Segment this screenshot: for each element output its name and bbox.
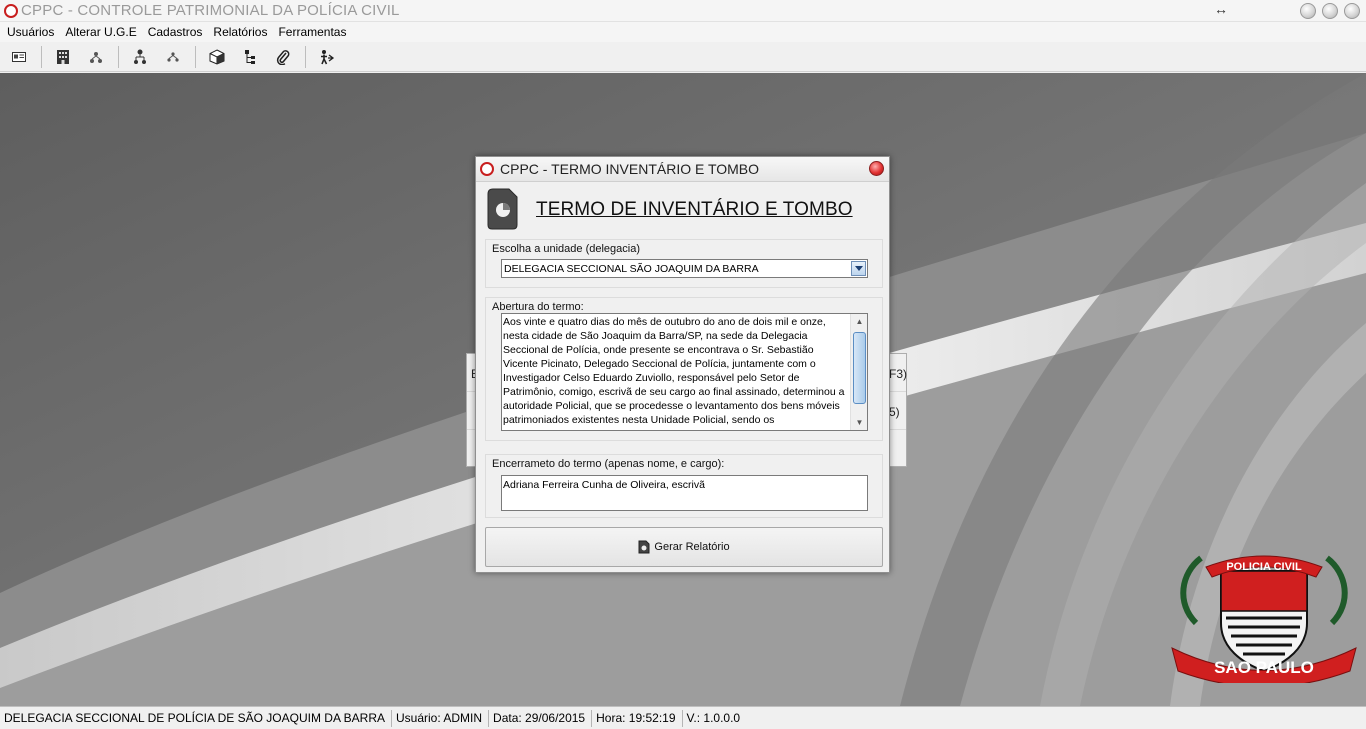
menu-bar: Usuários Alterar U.G.E Cadastros Relatór… [0,22,1366,42]
dialog-close-button[interactable] [869,161,884,176]
gerar-relatorio-label: Gerar Relatório [654,541,730,553]
status-unit: DELEGACIA SECCIONAL DE POLÍCIA DE SÃO JO… [0,709,392,727]
closing-input-value: Adriana Ferreira Cunha de Oliveira, escr… [503,479,705,491]
opening-text: Aos vinte e quatro dias do mês de outubr… [503,316,845,426]
closing-group-label: Encerrameto do termo (apenas nome, e car… [492,458,725,470]
building-icon[interactable] [50,45,76,69]
tree-icon[interactable] [237,45,263,69]
unit-group-label: Escolha a unidade (delegacia) [492,243,640,255]
dialog-heading: TERMO DE INVENTÁRIO E TOMBO [536,199,853,220]
menu-relatorios[interactable]: Relatórios [209,25,274,39]
status-bar: DELEGACIA SECCIONAL DE POLÍCIA DE SÃO JO… [0,706,1366,729]
toolbar-separator [118,45,119,68]
close-window-button[interactable] [1344,3,1360,19]
status-user: Usuário: ADMIN [392,709,490,727]
report-icon [638,540,650,554]
closing-group: Encerrameto do termo (apenas nome, e car… [485,454,883,518]
scroll-up-icon[interactable]: ▲ [852,314,867,329]
app-title: CPPC - CONTROLE PATRIMONIAL DA POLÍCIA C… [21,2,400,19]
menu-ferramentas[interactable]: Ferramentas [274,25,353,39]
menu-alterar-uge[interactable]: Alterar U.G.E [61,25,143,39]
scroll-thumb[interactable] [853,332,866,404]
menu-usuarios[interactable]: Usuários [3,25,61,39]
toolbar [0,42,1366,72]
chevron-down-icon[interactable] [851,261,866,276]
paperclip-icon[interactable] [270,45,296,69]
menu-cadastros[interactable]: Cadastros [144,25,210,39]
toolbar-separator [195,45,196,68]
document-report-icon [487,188,518,230]
emblem-top-text: POLICIA CIVIL [1226,561,1302,573]
maximize-button[interactable] [1322,3,1338,19]
closing-input[interactable]: Adriana Ferreira Cunha de Oliveira, escr… [501,475,868,511]
exit-user-icon[interactable] [314,45,340,69]
resize-arrows-icon: ↔ [1214,1,1228,17]
toolbar-separator [41,45,42,68]
opening-textarea[interactable]: Aos vinte e quatro dias do mês de outubr… [501,313,868,431]
scroll-down-icon[interactable]: ▼ [852,415,867,430]
emblem-bottom-text: SAO PAULO [1214,658,1314,677]
id-card-icon[interactable] [6,45,32,69]
dialog-title-bar: CPPC - TERMO INVENTÁRIO E TOMBO [476,157,889,182]
unit-group: Escolha a unidade (delegacia) DELEGACIA … [485,239,883,288]
minimize-button[interactable] [1300,3,1316,19]
dialog-title: CPPC - TERMO INVENTÁRIO E TOMBO [500,161,760,177]
status-version: V.: 1.0.0.0 [686,710,741,725]
opening-group-label: Abertura do termo: [492,301,584,313]
opening-group: Abertura do termo: Aos vinte e quatro di… [485,297,883,441]
background-window-text: F3) [889,367,907,381]
termo-inventario-dialog: CPPC - TERMO INVENTÁRIO E TOMBO TERMO DE… [475,156,890,573]
opening-scrollbar[interactable]: ▲ ▼ [850,314,867,430]
app-logo-icon [480,162,494,176]
unit-select-value: DELEGACIA SECCIONAL SÃO JOAQUIM DA BARRA [504,263,759,275]
app-logo-icon [4,3,18,18]
gerar-relatorio-button[interactable]: Gerar Relatório [485,527,883,567]
network-icon[interactable] [83,45,109,69]
status-date: Data: 29/06/2015 [489,709,593,727]
background-window-text: 5) [889,405,900,419]
user-hierarchy-icon[interactable] [127,45,153,69]
unit-select[interactable]: DELEGACIA SECCIONAL SÃO JOAQUIM DA BARRA [501,259,868,278]
dialog-header: TERMO DE INVENTÁRIO E TOMBO [486,188,879,232]
policia-civil-emblem-icon: POLICIA CIVIL SAO PAULO [1171,555,1357,683]
network-small-icon[interactable] [160,45,186,69]
box-icon[interactable] [204,45,230,69]
main-title-bar: CPPC - CONTROLE PATRIMONIAL DA POLÍCIA C… [0,0,1366,22]
status-time: Hora: 19:52:19 [592,709,683,727]
toolbar-separator [305,45,306,68]
